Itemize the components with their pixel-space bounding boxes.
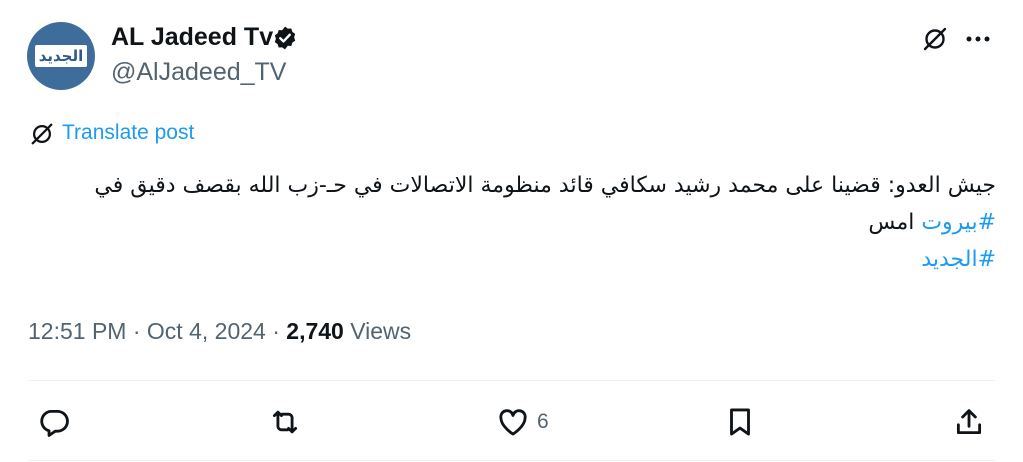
divider xyxy=(28,380,995,381)
post-meta: 12:51 PM · Oct 4, 2024 · 2,740 Views xyxy=(28,316,411,346)
post-text-line-3: #الجديد xyxy=(96,241,996,278)
hashtag-aljadeed[interactable]: #الجديد xyxy=(921,247,996,272)
more-icon[interactable] xyxy=(963,25,993,53)
display-name[interactable]: AL Jadeed Tv xyxy=(111,22,273,52)
meta-separator: · xyxy=(126,318,147,344)
bookmark-icon[interactable] xyxy=(723,405,757,439)
like-icon[interactable] xyxy=(496,405,530,439)
hashtag-beirut[interactable]: #بيروت xyxy=(921,210,996,235)
translate-post-link[interactable]: Translate post xyxy=(62,119,194,147)
avatar-logo: الجديد xyxy=(35,45,87,67)
post-text-rest: امس xyxy=(868,210,922,235)
post-date[interactable]: Oct 4, 2024 xyxy=(147,318,266,344)
grok-icon[interactable] xyxy=(921,25,949,53)
avatar[interactable]: الجديد xyxy=(27,22,95,90)
meta-separator: · xyxy=(265,318,287,344)
post-text-line-1: جيش العدو: قضينا على محمد رشيد سكافي قائ… xyxy=(94,173,996,198)
post-time[interactable]: 12:51 PM xyxy=(28,318,126,344)
share-icon[interactable] xyxy=(952,405,986,439)
reply-icon[interactable] xyxy=(37,405,71,439)
post-text-line-2: #بيروت امس xyxy=(96,204,996,241)
handle[interactable]: @AlJadeed_TV xyxy=(111,57,286,87)
likes-count[interactable]: 6 xyxy=(537,409,549,435)
views-label: Views xyxy=(343,318,412,344)
post-text: جيش العدو: قضينا على محمد رشيد سكافي قائ… xyxy=(94,167,996,278)
views-count: 2,740 xyxy=(286,318,344,344)
repost-icon[interactable] xyxy=(268,405,302,439)
avatar-logo-text: الجديد xyxy=(38,47,84,65)
divider xyxy=(28,460,995,461)
translate-icon[interactable] xyxy=(29,121,55,147)
verified-badge-icon xyxy=(272,25,298,51)
